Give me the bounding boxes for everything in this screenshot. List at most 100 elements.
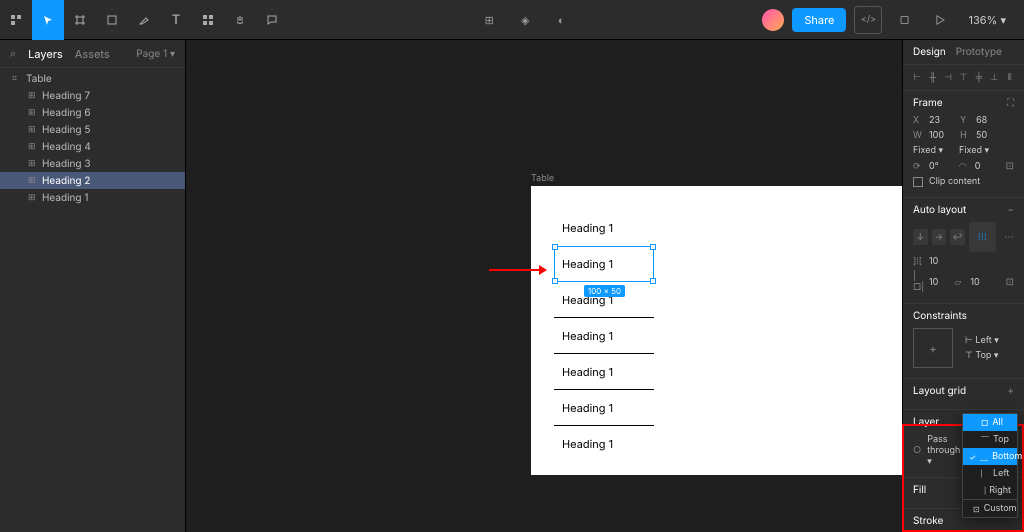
stroke-side-left[interactable]: ⎸Left	[963, 465, 1017, 482]
section-title: Fill	[913, 484, 926, 496]
constraint-v-dropdown[interactable]: ⊤ Top ▾	[965, 350, 999, 361]
stroke-side-top[interactable]: ⎺Top	[963, 431, 1017, 448]
frame-label[interactable]: Table	[531, 173, 554, 184]
stroke-side-custom[interactable]: ⊡Custom	[963, 499, 1017, 517]
design-tab[interactable]: Design	[913, 46, 946, 58]
gap-input[interactable]: 10	[929, 256, 938, 267]
pen-tool[interactable]	[128, 0, 160, 40]
independent-padding-icon[interactable]: ⊡	[1006, 276, 1014, 288]
layer-row[interactable]: ⊞Heading 6	[0, 104, 185, 121]
share-button[interactable]: Share	[792, 8, 846, 32]
width-input[interactable]: 100	[929, 130, 944, 141]
component-icon[interactable]: ◈	[511, 6, 539, 34]
frame-icon: ⌗	[12, 73, 26, 84]
layer-row[interactable]: ⊞Heading 3	[0, 155, 185, 172]
add-icon[interactable]: +	[1007, 385, 1014, 397]
text-tool[interactable]: T	[160, 0, 192, 40]
component-icon: ⊞	[28, 158, 42, 169]
align-vcenter-icon[interactable]: ╪	[973, 71, 985, 84]
assets-tab[interactable]: Assets	[75, 47, 110, 61]
more-icon[interactable]: ⋯	[1004, 231, 1014, 243]
layer-label: Heading 1	[42, 192, 88, 204]
remove-icon[interactable]: −	[1007, 204, 1014, 216]
layer-row[interactable]: ⊞Heading 5	[0, 121, 185, 138]
align-right-icon[interactable]: ⊣	[942, 71, 954, 84]
page-selector[interactable]: Page 1 ▾	[136, 48, 175, 60]
layer-label: Heading 2	[42, 175, 90, 187]
annotation-arrow-icon	[489, 264, 547, 276]
stroke-side-menu: □All ⎺Top ✓⎽Bottom ⎸Left ⎹Right ⊡Custom	[962, 413, 1018, 518]
distribute-icon[interactable]: ⫴	[1004, 71, 1016, 84]
radius-input[interactable]: 0	[975, 161, 981, 172]
layers-tab[interactable]: Layers	[28, 47, 63, 61]
canvas-frame[interactable]: Heading 1 Heading 1 Heading 1 Heading 1 …	[531, 186, 902, 475]
align-bottom-icon[interactable]: ⊥	[988, 71, 1000, 84]
height-mode[interactable]: Fixed ▾	[959, 145, 989, 156]
stroke-side-all[interactable]: □All	[963, 414, 1017, 431]
frame-tool[interactable]	[64, 0, 96, 40]
layer-row[interactable]: ⊞Heading 7	[0, 87, 185, 104]
shape-tool[interactable]	[96, 0, 128, 40]
component-icon: ⊞	[28, 124, 42, 135]
fit-icon[interactable]: ⛶	[1007, 97, 1014, 109]
layer-label: Heading 6	[42, 107, 91, 119]
width-mode[interactable]: Fixed ▾	[913, 145, 943, 156]
independent-corners-icon[interactable]: ⊡	[1006, 160, 1014, 172]
height-input[interactable]: 50	[976, 130, 987, 141]
gap-icon: ]⁞[	[913, 256, 923, 267]
component-icon: ⊞	[28, 141, 42, 152]
align-left-icon[interactable]: ⊢	[911, 71, 923, 84]
table-cell[interactable]: Heading 1	[554, 354, 654, 390]
blend-dropdown[interactable]: Pass through ▾	[927, 434, 961, 467]
library-icon[interactable]: ▢	[890, 6, 918, 34]
stroke-side-right[interactable]: ⎹Right	[963, 482, 1017, 499]
comment-tool[interactable]	[256, 0, 288, 40]
page-name: Page 1	[136, 48, 167, 60]
y-input[interactable]: 68	[976, 115, 987, 126]
table-cell[interactable]: Heading 1	[554, 318, 654, 354]
section-title: Layer	[913, 416, 939, 428]
table-cell[interactable]: Heading 1	[554, 210, 654, 246]
radius-icon: ◠	[959, 161, 969, 172]
grid-toggle-icon[interactable]: ⊞	[475, 6, 503, 34]
padding-h-input[interactable]: 10	[929, 277, 938, 288]
mask-icon[interactable]: ◐	[547, 6, 575, 34]
align-top-icon[interactable]: ⊤	[957, 71, 969, 84]
zoom-value: 136%	[968, 13, 997, 27]
blend-icon: ○	[913, 445, 921, 456]
avatar[interactable]	[762, 9, 784, 31]
layer-row-selected[interactable]: ⊞Heading 2	[0, 172, 185, 189]
layer-row[interactable]: ⊞Heading 1	[0, 189, 185, 206]
stroke-side-bottom[interactable]: ✓⎽Bottom	[963, 448, 1017, 465]
layer-label: Table	[26, 73, 52, 85]
constraints-widget[interactable]: +	[913, 328, 953, 368]
dev-mode-icon[interactable]: </>	[854, 6, 882, 34]
x-input[interactable]: 23	[929, 115, 940, 126]
alignment-grid[interactable]: ⁝⁝⁝	[969, 222, 996, 252]
layer-row-table[interactable]: ⌗Table	[0, 70, 185, 87]
table-cell[interactable]: Heading 1	[554, 390, 654, 426]
clip-checkbox[interactable]	[913, 177, 923, 187]
align-hcenter-icon[interactable]: ╫	[926, 71, 938, 84]
layer-label: Heading 7	[42, 90, 90, 102]
layer-row[interactable]: ⊞Heading 4	[0, 138, 185, 155]
rotation-icon: ⟳	[913, 161, 923, 172]
zoom-dropdown[interactable]: 136% ▾	[962, 13, 1012, 27]
section-title: Stroke	[913, 515, 943, 527]
canvas[interactable]: Table Heading 1 Heading 1 Heading 1 Head…	[186, 40, 902, 532]
layer-label: Heading 4	[42, 141, 91, 153]
wrap-icon[interactable]: ↩	[950, 229, 965, 245]
present-icon[interactable]: ▷	[926, 6, 954, 34]
direction-down-icon[interactable]: ↓	[913, 229, 928, 245]
padding-v-input[interactable]: 10	[970, 277, 979, 288]
hand-tool[interactable]	[224, 0, 256, 40]
prototype-tab[interactable]: Prototype	[956, 46, 1002, 58]
resources-tool[interactable]	[192, 0, 224, 40]
direction-right-icon[interactable]: →	[932, 229, 947, 245]
main-menu-button[interactable]	[0, 0, 32, 40]
rotation-input[interactable]: 0°	[929, 161, 939, 172]
search-icon[interactable]: ⌕	[10, 46, 16, 61]
move-tool[interactable]	[32, 0, 64, 40]
constraint-h-dropdown[interactable]: ⊢ Left ▾	[965, 335, 999, 346]
table-cell[interactable]: Heading 1	[554, 426, 654, 462]
